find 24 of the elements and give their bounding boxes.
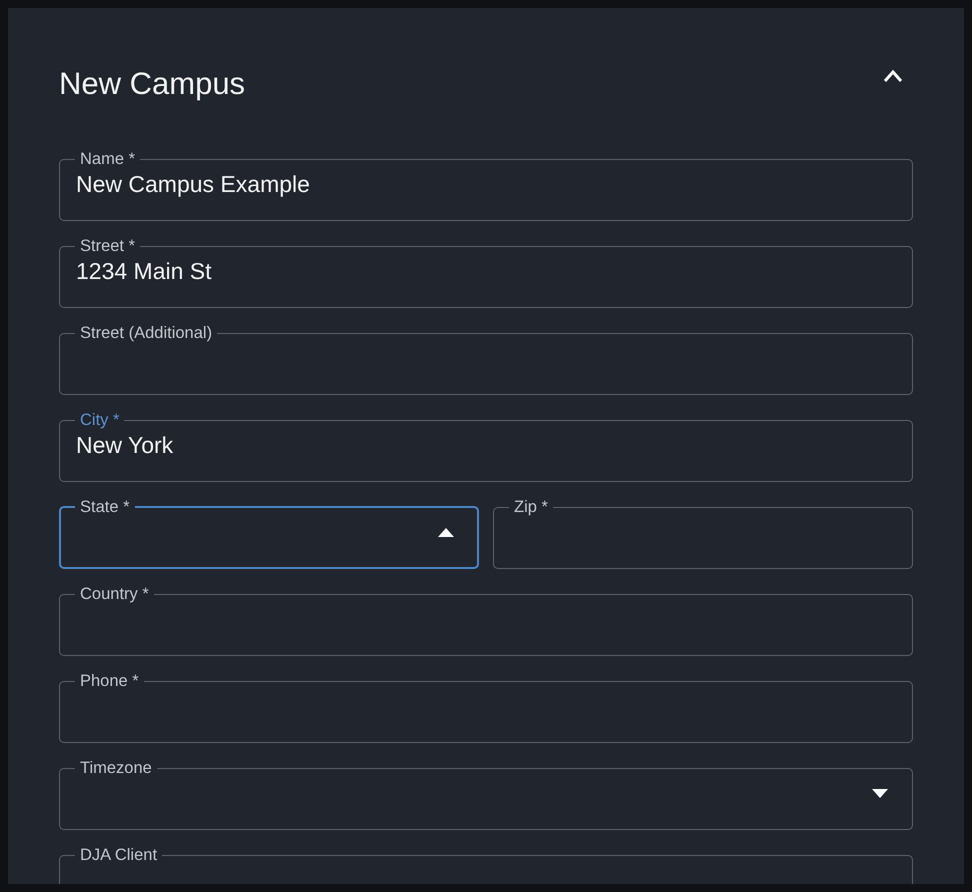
caret-icon (438, 528, 454, 536)
text-field[interactable]: Country * (59, 585, 913, 656)
select-field[interactable]: Timezone (59, 759, 913, 830)
field-label: DJA Client (79, 846, 158, 864)
field-label: Name * (79, 150, 136, 168)
text-field[interactable]: Phone * (59, 672, 913, 743)
field-label: City * (79, 411, 120, 429)
caret-icon (872, 788, 888, 798)
field-label: Street * (79, 237, 136, 255)
field-label: Zip * (513, 498, 549, 516)
text-field[interactable]: DJA Client (59, 846, 913, 884)
text-field[interactable]: Name * New Campus Example (59, 150, 913, 221)
text-field[interactable]: Street * 1234 Main St (59, 237, 913, 308)
field-label: Street (Additional) (79, 324, 214, 342)
field-label: Timezone (79, 759, 153, 777)
field-label: State * (79, 498, 131, 516)
text-field[interactable]: Street (Additional) (59, 324, 913, 395)
field-label: Country * (79, 585, 150, 603)
text-field[interactable]: Zip * (493, 498, 913, 569)
field-label: Phone * (79, 672, 140, 690)
select-field[interactable]: State * (59, 498, 479, 569)
text-field[interactable]: City * New York (59, 411, 913, 482)
panel-title: New Campus (59, 66, 246, 102)
collapse-chevron-icon[interactable] (883, 69, 903, 83)
